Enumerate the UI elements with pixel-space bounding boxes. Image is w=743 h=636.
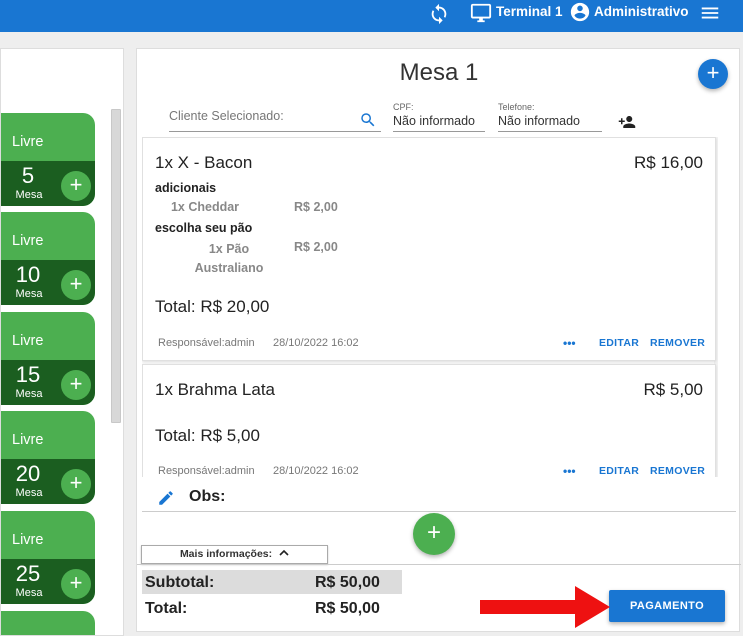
item-name: 1x Brahma Lata <box>155 380 276 399</box>
edit-item-button[interactable]: EDITAR <box>599 337 639 349</box>
table-label: Mesa <box>15 288 43 300</box>
table-label: Mesa <box>15 587 43 599</box>
telefone-underline <box>498 131 602 132</box>
footer-divider <box>137 564 741 565</box>
obs-divider <box>142 511 736 512</box>
edit-item-button[interactable]: EDITAR <box>599 465 639 477</box>
client-input-underline <box>169 131 381 132</box>
table-card[interactable]: Livre 20 Mesa + <box>1 411 95 504</box>
table-info: 15 Mesa + <box>1 360 95 405</box>
add-customer-button[interactable]: + <box>698 59 728 89</box>
addon-name: 1x Pão Australiano <box>194 242 264 275</box>
more-options-icon[interactable]: ••• <box>563 336 576 350</box>
table-info: 10 Mesa + <box>1 260 95 305</box>
addon-price: R$ 2,00 <box>294 240 338 254</box>
add-to-table-button[interactable]: + <box>61 469 91 499</box>
table-status: Livre <box>12 333 44 349</box>
table-label: Mesa <box>15 388 43 400</box>
telefone-label: Telefone: <box>498 102 535 112</box>
table-number: 25 <box>15 561 41 586</box>
order-panel: Mesa 1 + Cliente Selecionado: CPF: Não i… <box>136 48 741 632</box>
table-number: 15 <box>15 362 41 387</box>
table-status: Livre <box>12 432 44 448</box>
person-add-icon[interactable] <box>617 113 637 131</box>
table-status: Livre <box>12 532 44 548</box>
cpf-underline <box>393 131 485 132</box>
table-card[interactable] <box>1 611 95 635</box>
addon-group-title: adicionais <box>155 181 217 195</box>
top-bar: Terminal 1 Administrativo <box>0 0 743 32</box>
tables-panel: Livre 5 Mesa + Livre 10 Mesa + Livre 15 … <box>0 48 124 636</box>
remove-item-button[interactable]: REMOVER <box>650 465 705 477</box>
chevron-up-icon <box>279 549 289 556</box>
addon-group-title: escolha seu pão <box>155 221 253 235</box>
table-label: Mesa <box>15 189 43 201</box>
add-to-table-button[interactable]: + <box>61 569 91 599</box>
terminal-label[interactable]: Terminal 1 <box>496 4 563 19</box>
tables-scrollbar[interactable] <box>111 109 121 423</box>
add-to-table-button[interactable]: + <box>61 171 91 201</box>
add-item-button[interactable]: + <box>413 513 455 555</box>
table-info: 5 Mesa + <box>1 161 95 206</box>
account-circle-icon <box>570 2 590 22</box>
hamburger-menu-icon[interactable] <box>699 2 721 24</box>
payment-button[interactable]: PAGAMENTO <box>609 590 725 622</box>
table-card[interactable]: Livre 15 Mesa + <box>1 312 95 405</box>
search-icon[interactable] <box>359 111 377 129</box>
cpf-label: CPF: <box>393 102 414 112</box>
add-to-table-button[interactable]: + <box>61 370 91 400</box>
table-card[interactable]: Livre 10 Mesa + <box>1 212 95 305</box>
sync-icon[interactable] <box>428 3 450 25</box>
obs-label[interactable]: Obs: <box>189 488 225 506</box>
order-item[interactable]: 1x X - Bacon R$ 16,00 adicionais 1x Ched… <box>142 137 716 361</box>
remove-item-button[interactable]: REMOVER <box>650 337 705 349</box>
total-value: R$ 50,00 <box>315 600 380 617</box>
subtotal-value: R$ 50,00 <box>315 574 380 591</box>
table-card[interactable]: Livre 5 Mesa + <box>1 113 95 206</box>
more-options-icon[interactable]: ••• <box>563 464 576 477</box>
table-status: Livre <box>12 134 44 150</box>
order-title: Mesa 1 <box>399 59 479 86</box>
item-datetime: 28/10/2022 16:02 <box>273 337 359 349</box>
table-number: 20 <box>15 461 41 486</box>
total-label: Total: <box>145 600 188 617</box>
table-info: 25 Mesa + <box>1 559 95 604</box>
table-card[interactable]: Livre 25 Mesa + <box>1 511 95 604</box>
item-datetime: 28/10/2022 16:02 <box>273 465 359 477</box>
item-total: Total: R$ 5,00 <box>155 426 260 445</box>
monitor-icon <box>470 3 492 23</box>
item-total: Total: R$ 20,00 <box>155 297 270 316</box>
telefone-field[interactable]: Não informado <box>498 114 580 128</box>
more-info-toggle[interactable]: Mais informações: <box>141 545 328 564</box>
item-price: R$ 16,00 <box>634 153 703 172</box>
table-number: 10 <box>15 262 41 287</box>
addon-price: R$ 2,00 <box>294 200 338 214</box>
order-item[interactable]: 1x Brahma Lata R$ 5,00 Total: R$ 5,00 Re… <box>142 364 716 477</box>
table-info: 20 Mesa + <box>1 459 95 504</box>
edit-pencil-icon[interactable] <box>157 489 175 507</box>
user-name[interactable]: Administrativo <box>594 4 689 19</box>
item-price: R$ 5,00 <box>643 380 703 399</box>
order-items-list: 1x X - Bacon R$ 16,00 adicionais 1x Ched… <box>142 137 718 477</box>
item-responsible: Responsável:admin <box>158 465 255 477</box>
item-responsible: Responsável:admin <box>158 337 255 349</box>
subtotal-label: Subtotal: <box>145 574 215 591</box>
cpf-field[interactable]: Não informado <box>393 114 475 128</box>
red-arrow-annotation <box>480 586 610 628</box>
table-number: 5 <box>21 163 35 188</box>
item-name: 1x X - Bacon <box>155 153 253 172</box>
client-search-input[interactable]: Cliente Selecionado: <box>169 109 284 123</box>
more-info-label: Mais informações: <box>179 548 273 560</box>
table-label: Mesa <box>15 487 43 499</box>
table-status: Livre <box>12 233 44 249</box>
addon-name: 1x Cheddar <box>170 200 240 214</box>
add-to-table-button[interactable]: + <box>61 270 91 300</box>
